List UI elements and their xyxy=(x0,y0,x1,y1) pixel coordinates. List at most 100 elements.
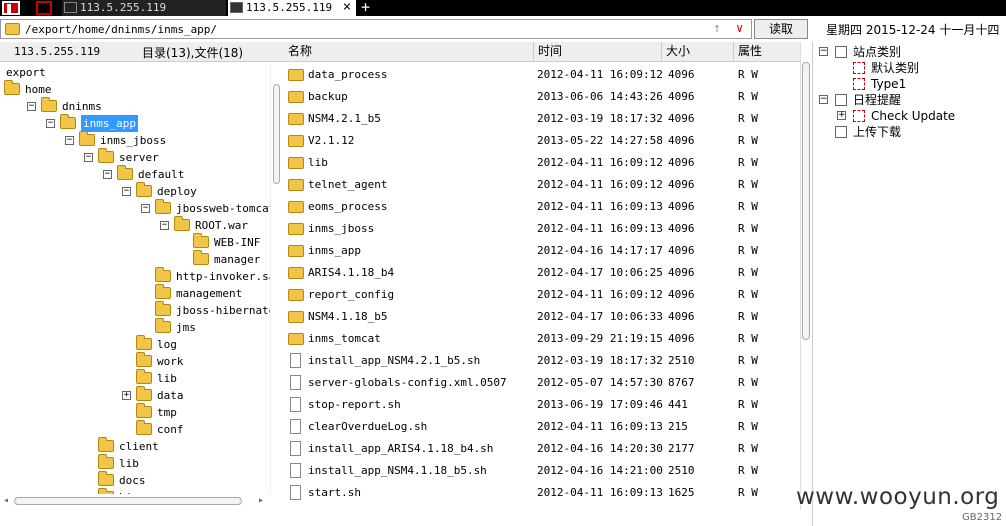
tree-node[interactable]: + data xyxy=(0,386,270,404)
file-time: 2012-04-11 16:09:12 xyxy=(537,178,663,191)
file-time: 2012-04-16 14:20:30 xyxy=(537,442,663,455)
close-icon[interactable]: × xyxy=(340,0,354,16)
tree-node-label: server xyxy=(119,151,159,164)
collapse-icon[interactable]: − xyxy=(65,136,74,145)
up-directory-icon[interactable]: ↑ xyxy=(713,21,721,36)
collapse-icon[interactable]: − xyxy=(819,95,828,104)
tree-scroll-thumb[interactable] xyxy=(273,84,280,184)
tree-node[interactable]: − dninms xyxy=(0,97,270,115)
collapse-icon[interactable]: − xyxy=(103,170,112,179)
tree-node[interactable]: − deploy xyxy=(0,182,270,200)
column-time[interactable]: 时间 xyxy=(534,42,662,62)
tree-node[interactable]: manager xyxy=(0,250,270,268)
tree-node[interactable]: − server xyxy=(0,148,270,166)
tree-node-label: lib xyxy=(157,372,177,385)
tree-hscroll-thumb[interactable] xyxy=(14,497,242,505)
file-size: 2177 xyxy=(668,442,695,455)
new-tab-button[interactable]: + xyxy=(361,0,370,15)
file-name: inms_app xyxy=(308,244,361,257)
file-name: inms_jboss xyxy=(308,222,375,235)
file-row[interactable]: ARIS4.1.18_b4 2012-04-17 10:06:25 4096 R W xyxy=(284,262,800,284)
file-row[interactable]: telnet_agent 2012-04-11 16:09:12 4096 R W xyxy=(284,174,800,196)
file-list-scroll-thumb[interactable] xyxy=(802,62,810,340)
tree-node[interactable]: jms xyxy=(0,318,270,336)
tree-node[interactable]: − inms_app xyxy=(0,114,270,132)
file-row[interactable]: install_app_ARIS4.1.18_b4.sh 2012-04-16 1… xyxy=(284,438,800,460)
tab-label: 113.5.255.119 xyxy=(246,1,333,14)
folder-icon xyxy=(288,333,304,345)
tree-node[interactable]: − default xyxy=(0,165,270,183)
site-node-label: 上传下载 xyxy=(853,125,902,139)
scroll-left-icon[interactable]: ◂ xyxy=(3,495,9,506)
site-tree-node[interactable]: − 日程提醒 xyxy=(813,92,1003,108)
tree-node[interactable]: jboss-hibernate.sar xyxy=(0,301,282,319)
collapse-icon[interactable]: − xyxy=(122,187,131,196)
tree-node[interactable]: docs xyxy=(0,471,270,489)
site-tree-node[interactable]: + Check Update xyxy=(813,108,1003,124)
column-size[interactable]: 大小 xyxy=(662,42,734,62)
tree-node[interactable]: − inms_jboss xyxy=(0,131,270,149)
tree-node[interactable]: lib xyxy=(0,454,270,472)
collapse-icon[interactable]: − xyxy=(141,204,150,213)
session-manager-icon[interactable] xyxy=(36,1,52,15)
file-row[interactable]: install_app_NSM4.1.18_b5.sh 2012-04-16 14… xyxy=(284,460,800,482)
tree-node-label: lib xyxy=(119,457,139,470)
tree-node[interactable]: home xyxy=(0,80,270,98)
tree-node[interactable]: lib xyxy=(0,369,270,387)
tab-session-1[interactable]: 113.5.255.119 xyxy=(62,0,226,16)
file-name: telnet_agent xyxy=(308,178,388,191)
file-row[interactable]: data_process 2012-04-11 16:09:12 4096 R W xyxy=(284,64,800,86)
collapse-icon[interactable]: − xyxy=(46,119,55,128)
file-row[interactable]: lib 2012-04-11 16:09:12 4096 R W xyxy=(284,152,800,174)
file-row[interactable]: inms_tomcat 2013-09-29 21:19:15 4096 R W xyxy=(284,328,800,350)
file-attr: R W xyxy=(738,398,758,411)
tree-node[interactable]: work xyxy=(0,352,270,370)
file-row[interactable]: report_config 2012-04-11 16:09:12 4096 R W xyxy=(284,284,800,306)
tree-node[interactable]: management xyxy=(0,284,270,302)
file-time: 2013-05-22 14:27:58 xyxy=(537,134,663,147)
file-icon xyxy=(290,441,301,456)
app-logo-icon[interactable] xyxy=(2,1,20,15)
file-row[interactable]: server-globals-config.xml.0507 2012-05-07… xyxy=(284,372,800,394)
collapse-icon[interactable]: − xyxy=(84,153,93,162)
file-row[interactable]: inms_jboss 2012-04-11 16:09:13 4096 R W xyxy=(284,218,800,240)
chevron-down-icon[interactable]: ∨ xyxy=(736,21,743,35)
file-row[interactable]: stop-report.sh 2013-06-19 17:09:46 441 R W xyxy=(284,394,800,416)
site-tree-node[interactable]: − 站点类别 xyxy=(813,44,1003,60)
column-name[interactable]: 名称 xyxy=(284,42,534,62)
site-tree-node[interactable]: 默认类别 xyxy=(813,60,1003,76)
collapse-icon[interactable]: − xyxy=(160,221,169,230)
file-row[interactable]: NSM4.2.1_b5 2012-03-19 18:17:32 4096 R W xyxy=(284,108,800,130)
tree-node[interactable]: − ROOT.war xyxy=(0,216,270,234)
tree-node[interactable]: − jbossweb-tomcat50.sar xyxy=(0,199,282,217)
file-row[interactable]: NSM4.1.18_b5 2012-04-17 10:06:33 4096 R W xyxy=(284,306,800,328)
tree-node[interactable]: log xyxy=(0,335,270,353)
tab-session-2[interactable]: 113.5.255.119 × xyxy=(228,0,356,16)
site-tree-node[interactable]: Type1 xyxy=(813,76,1003,92)
tree-node[interactable]: tmp xyxy=(0,403,270,421)
tree-node[interactable]: conf xyxy=(0,420,270,438)
tree-node[interactable]: export xyxy=(0,64,270,81)
tree-node-label: http-invoker.sar xyxy=(176,270,282,283)
tree-node[interactable]: WEB-INF xyxy=(0,233,270,251)
file-row[interactable]: install_app_NSM4.2.1_b5.sh 2012-03-19 18:… xyxy=(284,350,800,372)
column-attr[interactable]: 属性 xyxy=(734,42,800,62)
file-row[interactable]: backup 2013-06-06 14:43:26 4096 R W xyxy=(284,86,800,108)
file-row[interactable]: eoms_process 2012-04-11 16:09:13 4096 R W xyxy=(284,196,800,218)
scroll-right-icon[interactable]: ▸ xyxy=(258,495,264,506)
collapse-icon[interactable]: − xyxy=(27,102,36,111)
file-row[interactable]: start.sh 2012-04-11 16:09:13 1625 R W xyxy=(284,482,800,504)
path-input[interactable]: /export/home/dninms/inms_app/ ↑ ∨ xyxy=(0,19,752,39)
collapse-icon[interactable]: − xyxy=(819,47,828,56)
expand-icon[interactable]: + xyxy=(122,391,131,400)
tree-node[interactable]: http-invoker.sar xyxy=(0,267,282,285)
folder-icon xyxy=(288,157,304,169)
read-button[interactable]: 读取 xyxy=(754,19,808,39)
file-row[interactable]: inms_app 2012-04-16 14:17:17 4096 R W xyxy=(284,240,800,262)
file-row[interactable]: clearOverdueLog.sh 2012-04-11 16:09:13 215… xyxy=(284,416,800,438)
expand-icon[interactable]: + xyxy=(837,111,846,120)
site-tree-node[interactable]: 上传下载 xyxy=(813,124,1003,140)
tree-node[interactable]: client xyxy=(0,437,270,455)
file-attr: R W xyxy=(738,134,758,147)
file-row[interactable]: V2.1.12 2013-05-22 14:27:58 4096 R W xyxy=(284,130,800,152)
